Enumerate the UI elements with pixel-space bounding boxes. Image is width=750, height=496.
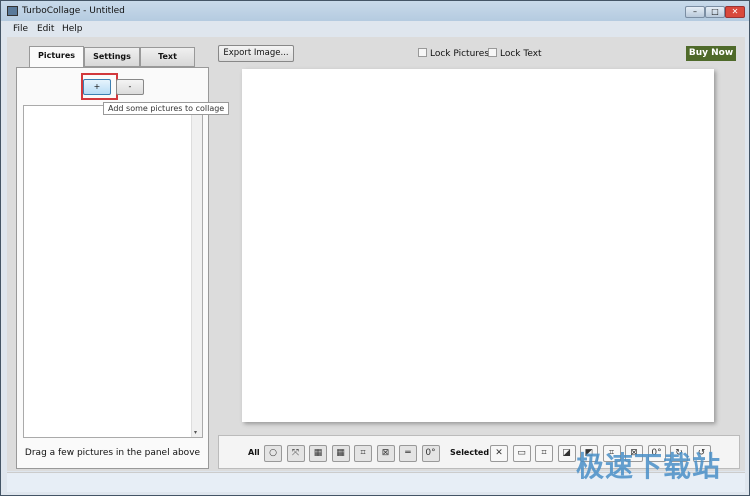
selected-tool-3-icon[interactable]: ◪ (557, 445, 576, 462)
checkbox-icon[interactable] (418, 48, 427, 57)
scroll-down-icon[interactable]: ▾ (194, 429, 197, 436)
highlight-box (81, 73, 118, 100)
selected-tool-2-icon[interactable]: ⌗ (535, 445, 553, 462)
lock-text-label: Lock Text (500, 49, 542, 59)
all-tool-5-icon[interactable]: ⊠ (376, 445, 395, 462)
maximize-button[interactable]: □ (705, 6, 725, 18)
tooltip: Add some pictures to collage (103, 102, 230, 115)
export-image-button[interactable]: Export Image... (218, 45, 294, 62)
main-area: Pictures Settings Text + - Add some pict… (7, 37, 745, 471)
minimize-button[interactable]: – (685, 6, 705, 18)
menu-bar: File Edit Help (1, 21, 749, 37)
pictures-panel: + - Add some pictures to collage ▾ Drag … (16, 67, 230, 469)
window-title: TurboCollage - Untitled (22, 6, 125, 16)
all-tool-0-icon[interactable]: ○ (264, 445, 282, 462)
lock-pictures-label: Lock Pictures (430, 49, 490, 59)
buy-now-button[interactable]: Buy Now (686, 46, 736, 61)
menu-file[interactable]: File (13, 24, 28, 34)
checkbox-icon[interactable] (488, 48, 497, 57)
pictures-list[interactable]: ▾ (23, 105, 203, 438)
menu-edit[interactable]: Edit (37, 24, 54, 34)
selected-label: Selected (450, 448, 490, 457)
title-bar: TurboCollage - Untitled – □ ✕ (1, 1, 749, 21)
close-button[interactable]: ✕ (725, 6, 745, 18)
app-window: TurboCollage - Untitled – □ ✕ File Edit … (0, 0, 750, 496)
all-tool-7-icon[interactable]: 0° (421, 445, 440, 462)
all-tool-3-icon[interactable]: ▦ (331, 445, 350, 462)
drag-hint: Drag a few pictures in the panel above (24, 448, 201, 458)
all-tool-1-icon[interactable]: ⤧ (286, 445, 305, 462)
scrollbar[interactable]: ▾ (191, 106, 202, 437)
tab-text[interactable]: Text (140, 47, 195, 67)
all-label: All (248, 448, 260, 457)
lock-pictures-checkbox[interactable]: Lock Pictures (418, 48, 489, 59)
selected-tool-1-icon[interactable]: ▭ (512, 445, 531, 462)
remove-pictures-button[interactable]: - (116, 79, 144, 95)
selected-tool-0-icon[interactable]: ✕ (490, 445, 508, 462)
collage-canvas[interactable] (242, 69, 714, 422)
menu-help[interactable]: Help (62, 24, 83, 34)
tab-pictures[interactable]: Pictures (29, 46, 84, 67)
all-tool-2-icon[interactable]: ▦ (309, 445, 327, 462)
all-tool-4-icon[interactable]: ⌗ (354, 445, 372, 462)
lock-text-checkbox[interactable]: Lock Text (488, 48, 542, 59)
tab-settings[interactable]: Settings (84, 47, 140, 67)
all-tool-6-icon[interactable]: ═ (399, 445, 417, 462)
watermark: 极速下载站 (576, 450, 722, 483)
app-icon (7, 6, 18, 16)
